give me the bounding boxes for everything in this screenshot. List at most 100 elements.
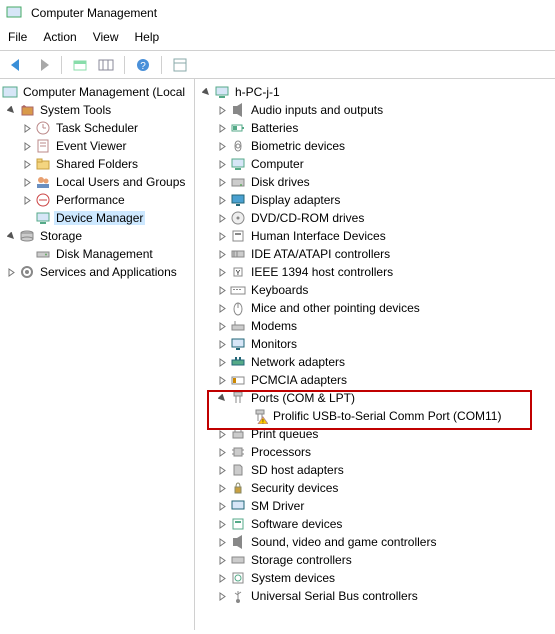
device-category-sound[interactable]: Sound, video and game controllers bbox=[195, 533, 555, 551]
device-label: Network adapters bbox=[249, 355, 347, 369]
expand-icon[interactable] bbox=[215, 103, 229, 117]
mouse-icon bbox=[230, 300, 246, 316]
expand-icon[interactable] bbox=[215, 301, 229, 315]
expand-icon[interactable] bbox=[215, 427, 229, 441]
device-category-security[interactable]: Security devices bbox=[195, 479, 555, 497]
expand-icon[interactable] bbox=[215, 445, 229, 459]
tree-shared-folders[interactable]: Shared Folders bbox=[0, 155, 194, 173]
expand-icon[interactable] bbox=[215, 481, 229, 495]
expand-icon[interactable] bbox=[215, 139, 229, 153]
expand-icon[interactable] bbox=[215, 211, 229, 225]
collapse-icon[interactable] bbox=[4, 229, 18, 243]
device-category-display[interactable]: Display adapters bbox=[195, 191, 555, 209]
device-label: Software devices bbox=[249, 517, 344, 531]
expand-icon[interactable] bbox=[4, 265, 18, 279]
device-category-hid[interactable]: Human Interface Devices bbox=[195, 227, 555, 245]
device-label: Modems bbox=[249, 319, 299, 333]
tree-local-users[interactable]: Local Users and Groups bbox=[0, 173, 194, 191]
expand-icon[interactable] bbox=[215, 535, 229, 549]
device-category-systemDev[interactable]: System devices bbox=[195, 569, 555, 587]
soft-icon bbox=[230, 516, 246, 532]
device-category-monitors[interactable]: Monitors bbox=[195, 335, 555, 353]
show-hide-button[interactable] bbox=[95, 54, 117, 76]
expand-icon[interactable] bbox=[215, 571, 229, 585]
device-category-smDriver[interactable]: SM Driver bbox=[195, 497, 555, 515]
expand-icon[interactable] bbox=[215, 517, 229, 531]
device-category-diskDrives[interactable]: Disk drives bbox=[195, 173, 555, 191]
storage-icon bbox=[19, 228, 35, 244]
device-category-sdHost[interactable]: SD host adapters bbox=[195, 461, 555, 479]
properties-button[interactable] bbox=[169, 54, 191, 76]
tree-storage[interactable]: Storage bbox=[0, 227, 194, 245]
expand-icon[interactable] bbox=[215, 355, 229, 369]
expand-icon[interactable] bbox=[215, 265, 229, 279]
svg-text:?: ? bbox=[140, 61, 146, 72]
device-category-batteries[interactable]: Batteries bbox=[195, 119, 555, 137]
device-category-software[interactable]: Software devices bbox=[195, 515, 555, 533]
device-category-usb[interactable]: Universal Serial Bus controllers bbox=[195, 587, 555, 605]
device-category-ports[interactable]: Ports (COM & LPT) bbox=[195, 389, 555, 407]
up-button[interactable] bbox=[69, 54, 91, 76]
expand-icon[interactable] bbox=[215, 337, 229, 351]
expand-icon[interactable] bbox=[215, 157, 229, 171]
tree-services[interactable]: Services and Applications bbox=[0, 263, 194, 281]
expand-icon[interactable] bbox=[215, 373, 229, 387]
device-category-network[interactable]: Network adapters bbox=[195, 353, 555, 371]
device-item-com11[interactable]: ! Prolific USB-to-Serial Comm Port (COM1… bbox=[195, 407, 555, 425]
device-category-audio[interactable]: Audio inputs and outputs bbox=[195, 101, 555, 119]
toolbar-separator bbox=[124, 56, 125, 74]
device-category-ieee1394[interactable]: Y IEEE 1394 host controllers bbox=[195, 263, 555, 281]
back-button[interactable] bbox=[6, 54, 28, 76]
menu-action[interactable]: Action bbox=[43, 30, 76, 44]
tree-device-manager[interactable]: Device Manager bbox=[0, 209, 194, 227]
device-category-computer[interactable]: Computer bbox=[195, 155, 555, 173]
device-label: Ports (COM & LPT) bbox=[249, 391, 357, 405]
collapse-icon[interactable] bbox=[215, 391, 229, 405]
help-button[interactable]: ? bbox=[132, 54, 154, 76]
expand-icon[interactable] bbox=[215, 193, 229, 207]
collapse-icon[interactable] bbox=[4, 103, 18, 117]
device-category-keyboards[interactable]: Keyboards bbox=[195, 281, 555, 299]
collapse-icon[interactable] bbox=[199, 85, 213, 99]
sm-icon bbox=[230, 498, 246, 514]
expand-icon[interactable] bbox=[215, 589, 229, 603]
speaker-icon bbox=[230, 102, 246, 118]
expand-icon[interactable] bbox=[215, 463, 229, 477]
expand-icon[interactable] bbox=[20, 157, 34, 171]
menu-view[interactable]: View bbox=[93, 30, 119, 44]
menu-file[interactable]: File bbox=[8, 30, 27, 44]
forward-button[interactable] bbox=[32, 54, 54, 76]
device-category-mice[interactable]: Mice and other pointing devices bbox=[195, 299, 555, 317]
expand-icon[interactable] bbox=[215, 247, 229, 261]
tree-event-viewer[interactable]: Event Viewer bbox=[0, 137, 194, 155]
device-category-pcmcia[interactable]: PCMCIA adapters bbox=[195, 371, 555, 389]
tree-system-tools[interactable]: System Tools bbox=[0, 101, 194, 119]
tree-performance[interactable]: Performance bbox=[0, 191, 194, 209]
device-category-ide[interactable]: IDE ATA/ATAPI controllers bbox=[195, 245, 555, 263]
expand-icon[interactable] bbox=[215, 499, 229, 513]
storage-icon bbox=[230, 552, 246, 568]
device-category-storageCtrl[interactable]: Storage controllers bbox=[195, 551, 555, 569]
fw-icon: Y bbox=[230, 264, 246, 280]
expand-icon[interactable] bbox=[215, 553, 229, 567]
device-root[interactable]: h-PC-j-1 bbox=[195, 83, 555, 101]
device-category-processors[interactable]: Processors bbox=[195, 443, 555, 461]
tree-label: Disk Management bbox=[54, 247, 155, 261]
device-category-modems[interactable]: Modems bbox=[195, 317, 555, 335]
expand-icon[interactable] bbox=[215, 121, 229, 135]
expand-icon[interactable] bbox=[215, 319, 229, 333]
expand-icon[interactable] bbox=[20, 139, 34, 153]
expand-icon[interactable] bbox=[215, 175, 229, 189]
menu-help[interactable]: Help bbox=[135, 30, 160, 44]
device-category-biometric[interactable]: Biometric devices bbox=[195, 137, 555, 155]
tree-task-scheduler[interactable]: Task Scheduler bbox=[0, 119, 194, 137]
expand-icon[interactable] bbox=[215, 283, 229, 297]
device-category-dvd[interactable]: DVD/CD-ROM drives bbox=[195, 209, 555, 227]
tree-disk-management[interactable]: Disk Management bbox=[0, 245, 194, 263]
tree-root[interactable]: Computer Management (Local bbox=[0, 83, 194, 101]
expand-icon[interactable] bbox=[20, 193, 34, 207]
expand-icon[interactable] bbox=[215, 229, 229, 243]
device-category-printQueues[interactable]: Print queues bbox=[195, 425, 555, 443]
expand-icon[interactable] bbox=[20, 175, 34, 189]
expand-icon[interactable] bbox=[20, 121, 34, 135]
